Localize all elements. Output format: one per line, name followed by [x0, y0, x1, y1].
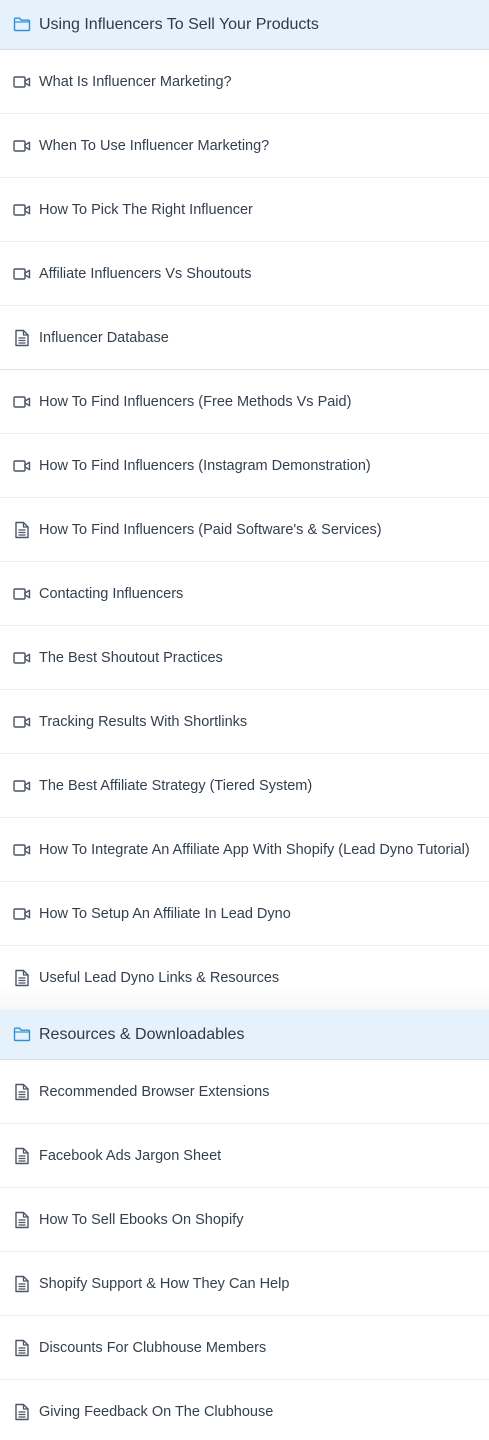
- lesson-title: How To Setup An Affiliate In Lead Dyno: [39, 906, 291, 922]
- lesson-item[interactable]: Recommended Browser Extensions: [0, 1060, 489, 1124]
- lesson-list: Using Influencers To Sell Your Products W…: [0, 0, 489, 1440]
- lesson-title: Influencer Database: [39, 330, 169, 346]
- lesson-item[interactable]: Influencer Database: [0, 306, 489, 370]
- lesson-title: Giving Feedback On The Clubhouse: [39, 1404, 274, 1420]
- lesson-title: Contacting Influencers: [39, 586, 184, 602]
- lesson-item[interactable]: How To Find Influencers (Free Methods Vs…: [0, 370, 489, 434]
- section-title: Resources & Downloadables: [39, 1025, 245, 1043]
- video-icon: [13, 393, 31, 411]
- lesson-title: What Is Influencer Marketing?: [39, 74, 232, 90]
- lesson-title: The Best Affiliate Strategy (Tiered Syst…: [39, 778, 313, 794]
- lesson-item[interactable]: Useful Lead Dyno Links & Resources: [0, 946, 489, 987]
- lesson-item[interactable]: Discounts For Clubhouse Members: [0, 1316, 489, 1380]
- lesson-item[interactable]: What Is Influencer Marketing?: [0, 50, 489, 114]
- lesson-title: How To Integrate An Affiliate App With S…: [39, 842, 470, 858]
- document-icon: [13, 1339, 31, 1357]
- document-icon: [13, 1083, 31, 1101]
- video-icon: [13, 585, 31, 603]
- lesson-title: How To Find Influencers (Free Methods Vs…: [39, 394, 352, 410]
- video-icon: [13, 777, 31, 795]
- lesson-title: How To Find Influencers (Instagram Demon…: [39, 458, 371, 474]
- section-divider: [0, 986, 489, 1010]
- lesson-title: Useful Lead Dyno Links & Resources: [39, 970, 280, 986]
- section-header[interactable]: Using Influencers To Sell Your Products: [0, 0, 489, 50]
- video-icon: [13, 137, 31, 155]
- lesson-item[interactable]: Affiliate Influencers Vs Shoutouts: [0, 242, 489, 306]
- lesson-title: How To Pick The Right Influencer: [39, 202, 253, 218]
- video-icon: [13, 265, 31, 283]
- lesson-title: The Best Shoutout Practices: [39, 650, 223, 666]
- lesson-title: Discounts For Clubhouse Members: [39, 1340, 267, 1356]
- document-icon: [13, 969, 31, 987]
- document-icon: [13, 1403, 31, 1421]
- video-icon: [13, 457, 31, 475]
- lesson-item[interactable]: How To Pick The Right Influencer: [0, 178, 489, 242]
- lesson-title: Affiliate Influencers Vs Shoutouts: [39, 266, 252, 282]
- lesson-item[interactable]: Shopify Support & How They Can Help: [0, 1252, 489, 1316]
- folder-icon: [13, 15, 31, 33]
- document-icon: [13, 521, 31, 539]
- video-icon: [13, 201, 31, 219]
- lesson-item[interactable]: How To Find Influencers (Paid Software's…: [0, 498, 489, 562]
- document-icon: [13, 1211, 31, 1229]
- lesson-title: When To Use Influencer Marketing?: [39, 138, 270, 154]
- section-header[interactable]: Resources & Downloadables: [0, 1010, 489, 1060]
- document-icon: [13, 329, 31, 347]
- lesson-title: Facebook Ads Jargon Sheet: [39, 1148, 222, 1164]
- lesson-item[interactable]: Facebook Ads Jargon Sheet: [0, 1124, 489, 1188]
- lesson-item[interactable]: When To Use Influencer Marketing?: [0, 114, 489, 178]
- document-icon: [13, 1275, 31, 1293]
- video-icon: [13, 905, 31, 923]
- lesson-title: How To Sell Ebooks On Shopify: [39, 1212, 244, 1228]
- section-title: Using Influencers To Sell Your Products: [39, 15, 319, 33]
- lesson-item[interactable]: The Best Affiliate Strategy (Tiered Syst…: [0, 754, 489, 818]
- lesson-item[interactable]: Tracking Results With Shortlinks: [0, 690, 489, 754]
- lesson-item[interactable]: Contacting Influencers: [0, 562, 489, 626]
- lesson-item[interactable]: How To Integrate An Affiliate App With S…: [0, 818, 489, 882]
- lesson-item[interactable]: How To Sell Ebooks On Shopify: [0, 1188, 489, 1252]
- lesson-title: Recommended Browser Extensions: [39, 1084, 270, 1100]
- lesson-item[interactable]: The Best Shoutout Practices: [0, 626, 489, 690]
- lesson-title: How To Find Influencers (Paid Software's…: [39, 522, 382, 538]
- video-icon: [13, 649, 31, 667]
- lesson-title: Shopify Support & How They Can Help: [39, 1276, 290, 1292]
- lesson-item[interactable]: How To Setup An Affiliate In Lead Dyno: [0, 882, 489, 946]
- video-icon: [13, 713, 31, 731]
- lesson-item[interactable]: Giving Feedback On The Clubhouse: [0, 1380, 489, 1440]
- video-icon: [13, 841, 31, 859]
- document-icon: [13, 1147, 31, 1165]
- folder-icon: [13, 1025, 31, 1043]
- lesson-title: Tracking Results With Shortlinks: [39, 714, 248, 730]
- lesson-item[interactable]: How To Find Influencers (Instagram Demon…: [0, 434, 489, 498]
- video-icon: [13, 73, 31, 91]
